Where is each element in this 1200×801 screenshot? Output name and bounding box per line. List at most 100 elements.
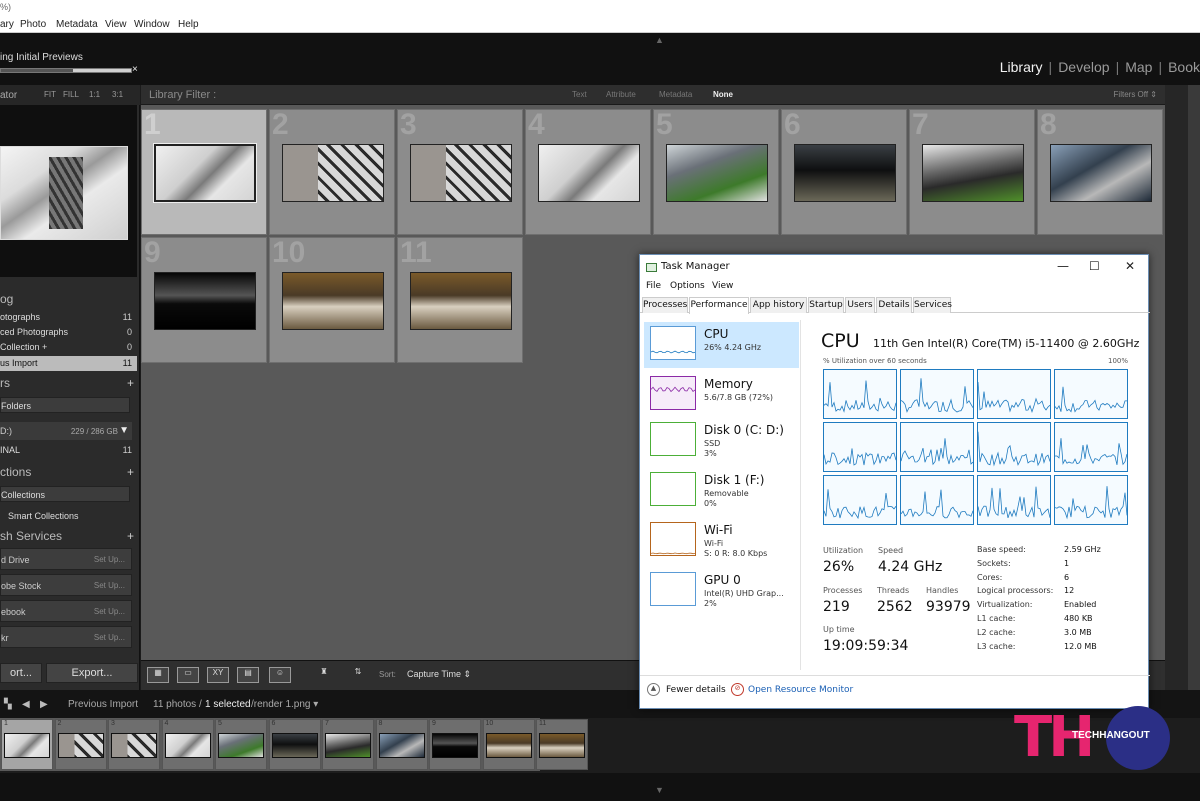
maximize-button[interactable]: ☐ (1089, 259, 1100, 273)
grid-cell[interactable]: 10 (269, 236, 395, 363)
menu-window[interactable]: Window (134, 19, 170, 30)
grid-cell[interactable]: 8 (1037, 108, 1163, 235)
filmstrip-cell[interactable]: 10 (482, 719, 535, 770)
module-library[interactable]: Library (1000, 59, 1043, 75)
tab-performance[interactable]: Performance (689, 297, 749, 314)
loupe-view-icon[interactable]: ▭ (177, 667, 199, 683)
tab-users[interactable]: Users (845, 297, 875, 313)
drive-row[interactable]: D:) 229 / 286 GB ▼ (0, 422, 132, 440)
collections-header[interactable]: ctions + (0, 465, 140, 479)
grid-mode-icon[interactable]: ▚ (4, 699, 12, 710)
right-scrollbar[interactable] (1188, 85, 1200, 690)
side-item-gpu[interactable]: GPU 0 Intel(R) UHD Grap... 2% (644, 568, 799, 614)
grid-cell[interactable]: 11 (397, 236, 523, 363)
fewer-details-link[interactable]: Fewer details (666, 685, 726, 695)
tab-app-history[interactable]: App history (750, 297, 807, 313)
tab-startup[interactable]: Startup (808, 297, 844, 313)
collapse-bottom-icon[interactable]: ▼ (655, 785, 664, 795)
tab-details[interactable]: Details (876, 297, 912, 313)
navigator-preview[interactable] (0, 105, 137, 277)
drive-expand-icon[interactable]: ▼ (119, 425, 129, 436)
side-item-disk1[interactable]: Disk 1 (F:) Removable 0% (644, 468, 799, 514)
filmstrip-cell[interactable]: 7 (322, 719, 374, 770)
catalog-header[interactable]: og (0, 292, 140, 306)
menu-metadata[interactable]: Metadata (56, 19, 98, 30)
collections-filter[interactable]: Collections (0, 486, 130, 502)
grid-cell[interactable]: 3 (397, 108, 523, 235)
grid-view-icon[interactable]: ▦ (147, 667, 169, 683)
filmstrip-cell[interactable]: 9 (429, 719, 481, 770)
folder-row[interactable]: INAL 11 (0, 443, 137, 458)
grid-cell[interactable]: 5 (653, 108, 779, 235)
tab-services[interactable]: Services (913, 297, 952, 313)
filter-metadata[interactable]: Metadata (659, 90, 692, 99)
side-item-disk0[interactable]: Disk 0 (C: D:) SSD 3% (644, 418, 799, 464)
filmstrip-cell[interactable]: 3 (108, 719, 160, 770)
grid-cell[interactable]: 4 (525, 108, 651, 235)
filmstrip-cell[interactable]: 5 (215, 719, 267, 770)
side-item-memory[interactable]: Memory 5.6/7.8 GB (72%) (644, 372, 799, 418)
tab-processes[interactable]: Processes (642, 297, 688, 313)
module-book[interactable]: Book (1168, 59, 1200, 75)
publish-service-row[interactable]: ebook Set Up... (0, 600, 132, 622)
menu-photo[interactable]: Photo (20, 19, 46, 30)
sort-dropdown[interactable]: Capture Time ⇕ (407, 669, 471, 680)
publish-service-row[interactable]: kr Set Up... (0, 626, 132, 648)
menu-view[interactable]: View (105, 19, 127, 30)
publish-services-header[interactable]: sh Services + (0, 529, 140, 543)
close-button[interactable]: ✕ (1125, 259, 1135, 273)
import-button[interactable]: ort... (0, 663, 42, 683)
filmstrip-cell[interactable]: 4 (161, 719, 214, 770)
source-label[interactable]: Previous Import (68, 699, 138, 710)
zoom-fill[interactable]: FILL (63, 90, 79, 99)
zoom-1-1[interactable]: 1:1 (89, 90, 100, 99)
people-view-icon[interactable]: ☺ (269, 667, 291, 683)
catalog-row[interactable]: otographs 11 (0, 310, 137, 325)
menu-view[interactable]: View (712, 281, 733, 291)
zoom-fit[interactable]: FIT (44, 90, 56, 99)
grid-cell[interactable]: 6 (781, 108, 907, 235)
filter-text[interactable]: Text (572, 90, 587, 99)
export-button[interactable]: Export... (46, 663, 138, 683)
chevron-up-icon[interactable]: ▲ (647, 683, 660, 696)
cancel-progress-button[interactable]: × (132, 64, 138, 75)
filmstrip-cell[interactable]: 11 (536, 719, 588, 770)
selected-file[interactable]: /render 1.png ▾ (251, 699, 318, 710)
catalog-row[interactable]: Collection +0 (0, 340, 137, 355)
module-develop[interactable]: Develop (1058, 59, 1109, 75)
open-resource-monitor-link[interactable]: Open Resource Monitor (748, 685, 853, 695)
minimize-button[interactable]: — (1057, 259, 1069, 273)
back-arrow-icon[interactable]: ◀ (22, 699, 30, 710)
catalog-row[interactable]: ced Photographs 0 (0, 325, 137, 340)
publish-service-row[interactable]: d Drive Set Up... (0, 548, 132, 570)
folders-header[interactable]: rs + (0, 376, 140, 390)
menu-help[interactable]: Help (178, 19, 199, 30)
sort-direction-icon[interactable]: ⇅ (347, 667, 369, 683)
filters-off-dropdown[interactable]: Filters Off ⇕ (1114, 90, 1157, 99)
grid-cell-selected[interactable]: 1 (141, 108, 267, 235)
catalog-row-selected[interactable]: us Import 11 (0, 356, 137, 371)
grid-cell[interactable]: 7 (909, 108, 1035, 235)
filmstrip-cell[interactable]: 2 (54, 719, 107, 770)
side-item-cpu[interactable]: CPU 26% 4.24 GHz (644, 322, 799, 368)
side-item-wifi[interactable]: Wi-Fi Wi-Fi S: 0 R: 8.0 Kbps (644, 518, 799, 564)
filmstrip-cell[interactable]: 6 (268, 719, 321, 770)
filter-none[interactable]: None (713, 90, 733, 99)
filmstrip-cell[interactable]: 1 (1, 719, 53, 770)
menu-library[interactable]: ary (0, 19, 14, 30)
collapse-top-icon[interactable]: ▲ (655, 35, 664, 45)
folders-filter[interactable]: Folders (0, 397, 130, 413)
filmstrip-cell[interactable]: 8 (375, 719, 428, 770)
compare-view-icon[interactable]: XY (207, 667, 229, 683)
filter-attribute[interactable]: Attribute (606, 90, 636, 99)
painter-icon[interactable]: ♜ (313, 667, 335, 683)
grid-cell[interactable]: 9 (141, 236, 267, 363)
forward-arrow-icon[interactable]: ▶ (40, 699, 48, 710)
menu-options[interactable]: Options (670, 281, 705, 291)
module-map[interactable]: Map (1125, 59, 1152, 75)
publish-service-row[interactable]: obe Stock Set Up... (0, 574, 132, 596)
grid-cell[interactable]: 2 (269, 108, 395, 235)
menu-file[interactable]: File (646, 281, 661, 291)
smart-collections-row[interactable]: Smart Collections (0, 509, 137, 524)
zoom-3-1[interactable]: 3:1 (112, 90, 123, 99)
